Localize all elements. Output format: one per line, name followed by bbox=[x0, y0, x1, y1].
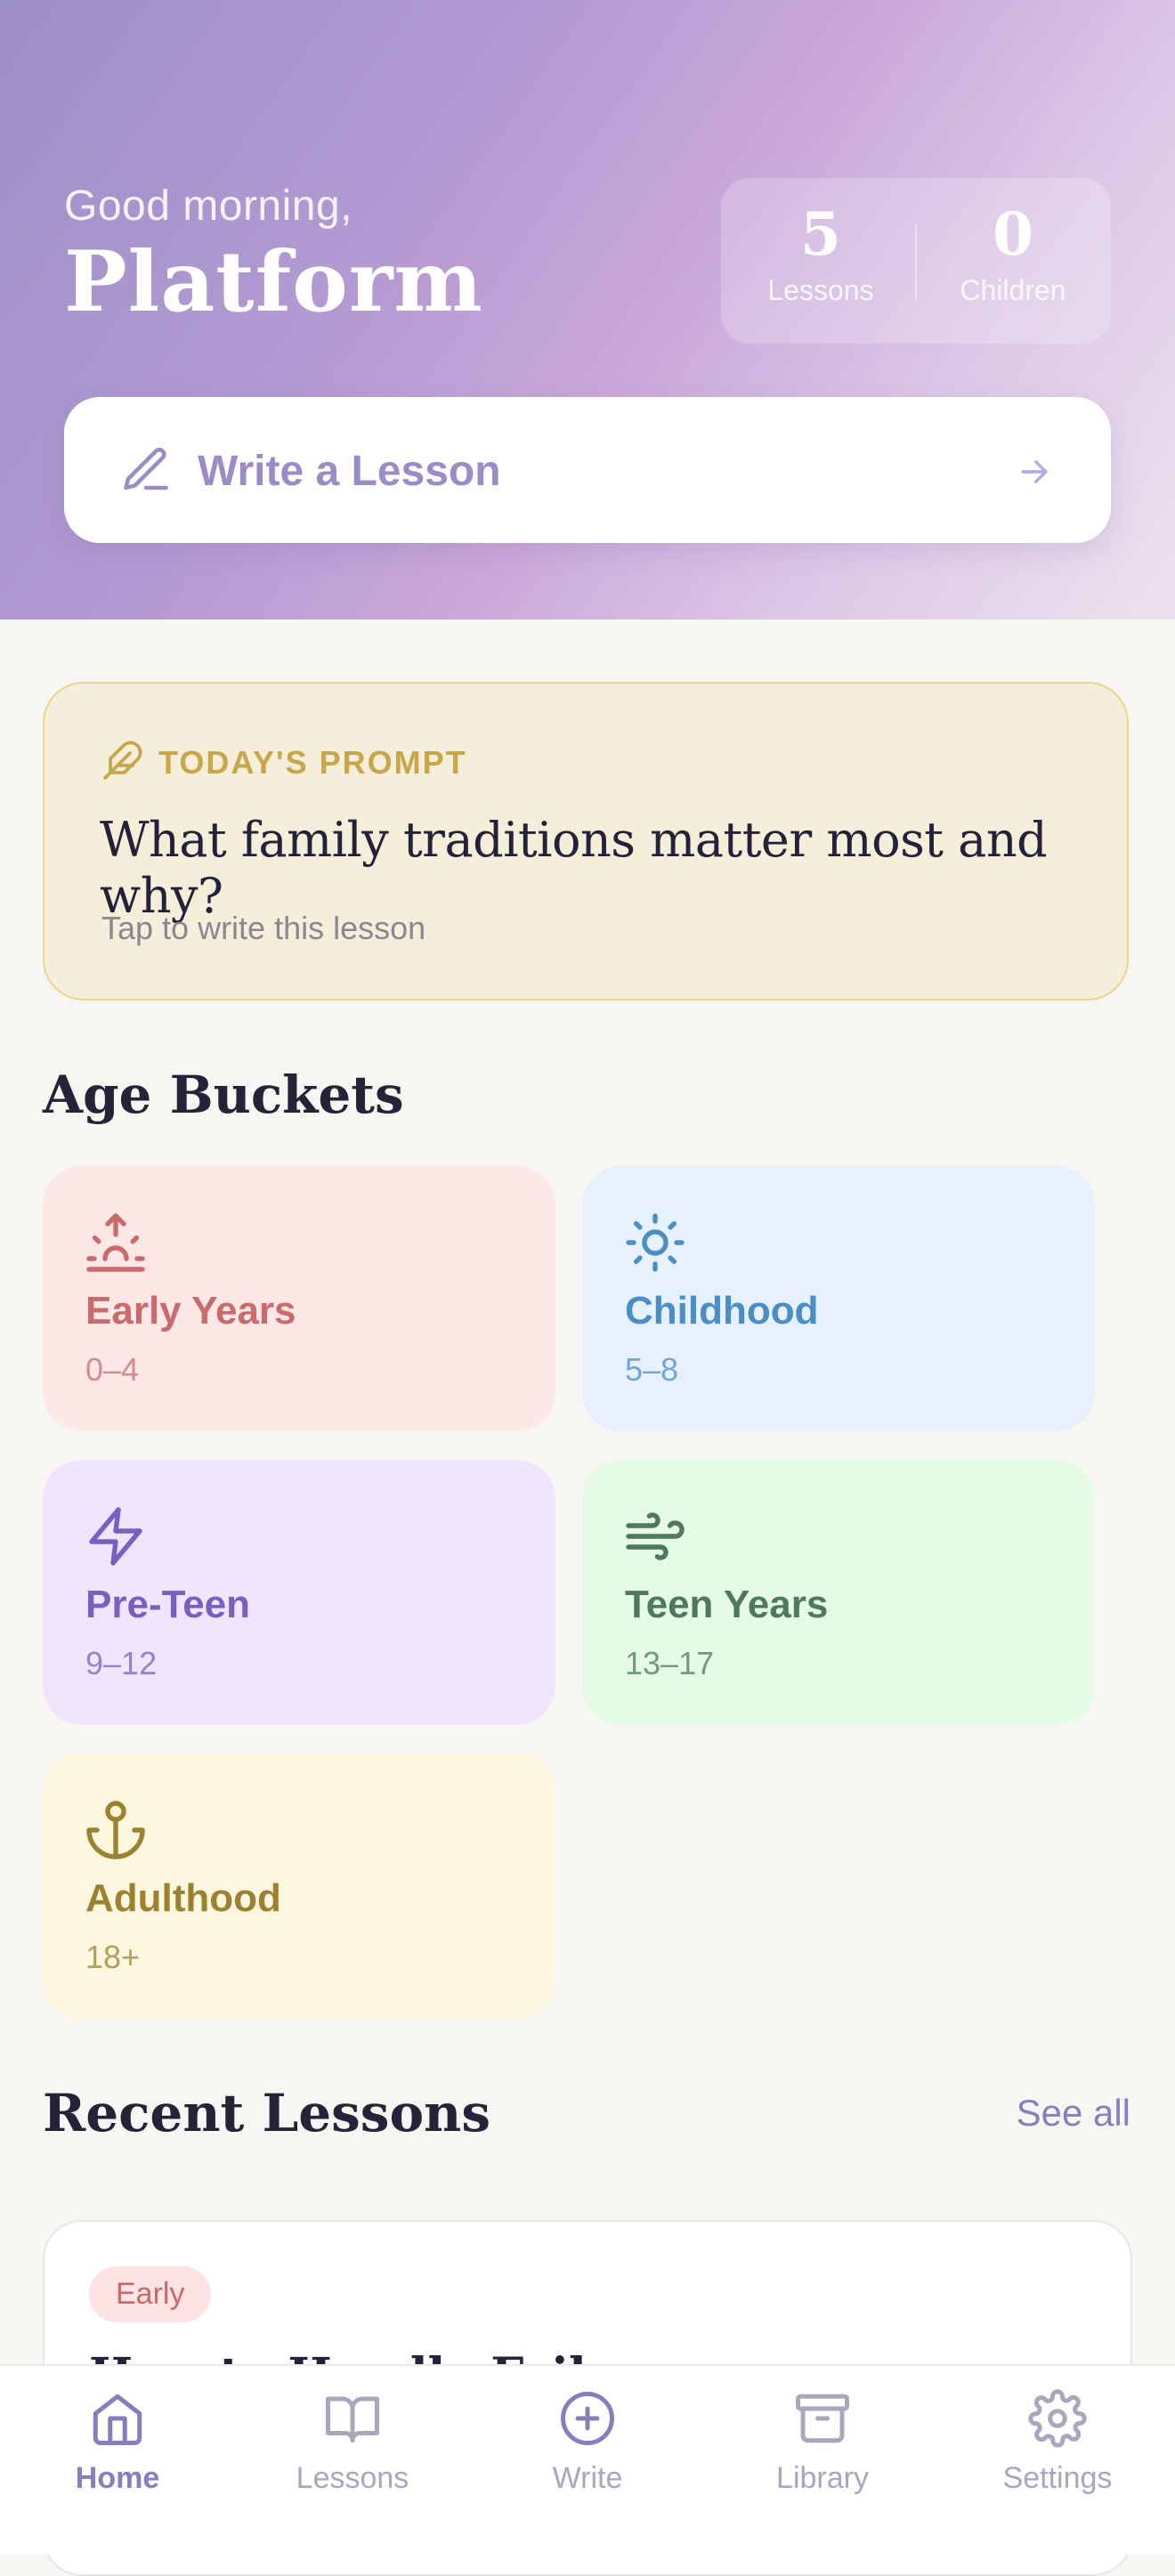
age-buckets-title: Age Buckets bbox=[43, 1065, 404, 1125]
bucket-teen-years[interactable]: Teen Years 13–17 bbox=[582, 1460, 1095, 1725]
bucket-early-years[interactable]: Early Years 0–4 bbox=[43, 1166, 555, 1431]
bucket-range: 13–17 bbox=[625, 1645, 715, 1681]
see-all-link[interactable]: See all bbox=[1017, 2092, 1130, 2135]
tab-write[interactable]: Write bbox=[490, 2389, 685, 2496]
tab-settings[interactable]: Settings bbox=[960, 2389, 1155, 2496]
lessons-label: Lessons bbox=[767, 274, 874, 306]
bottom-tab-bar: Home Lessons Write Library Settings bbox=[0, 2364, 1175, 2555]
tab-home[interactable]: Home bbox=[20, 2389, 215, 2496]
tab-label: Write bbox=[552, 2461, 623, 2495]
greeting: Good morning, bbox=[64, 182, 353, 230]
lightning-icon bbox=[84, 1504, 148, 1573]
tab-label: Lessons bbox=[296, 2461, 409, 2495]
feather-icon bbox=[101, 739, 144, 786]
book-icon bbox=[323, 2396, 382, 2451]
bucket-range: 0–4 bbox=[85, 1351, 140, 1388]
sun-icon bbox=[623, 1211, 687, 1279]
prompt-hint: Tap to write this lesson bbox=[101, 910, 426, 946]
bucket-pre-teen[interactable]: Pre-Teen 9–12 bbox=[43, 1460, 555, 1725]
prompt-tag: TODAY'S PROMPT bbox=[158, 744, 467, 781]
lesson-age-badge: Early bbox=[89, 2266, 212, 2322]
stats-panel: 5 Lessons 0 Children bbox=[721, 178, 1111, 344]
tab-label: Settings bbox=[1002, 2461, 1113, 2495]
gear-icon bbox=[1028, 2389, 1087, 2451]
archive-icon bbox=[793, 2394, 852, 2451]
lessons-count: 5 bbox=[800, 199, 841, 269]
bucket-title: Adulthood bbox=[85, 1876, 281, 1920]
wind-icon bbox=[623, 1504, 687, 1573]
bucket-range: 5–8 bbox=[625, 1351, 679, 1388]
header: Good morning, Platform 5 Lessons 0 Child… bbox=[0, 0, 1175, 620]
bucket-title: Early Years bbox=[85, 1289, 296, 1333]
bucket-range: 18+ bbox=[85, 1939, 141, 1975]
user-name: Platform bbox=[64, 233, 483, 331]
stats-divider bbox=[915, 224, 917, 299]
plus-circle-icon bbox=[558, 2392, 617, 2451]
bucket-title: Teen Years bbox=[625, 1583, 829, 1626]
tab-label: Home bbox=[75, 2461, 160, 2495]
sunrise-icon bbox=[84, 1211, 148, 1279]
anchor-icon bbox=[84, 1798, 148, 1867]
bucket-title: Childhood bbox=[625, 1289, 819, 1333]
arrow-right-icon bbox=[1015, 452, 1054, 496]
bucket-range: 9–12 bbox=[85, 1645, 158, 1681]
children-count: 0 bbox=[993, 199, 1033, 269]
bucket-adulthood[interactable]: Adulthood 18+ bbox=[43, 1754, 555, 2019]
tab-library[interactable]: Library bbox=[725, 2389, 920, 2496]
tab-lessons[interactable]: Lessons bbox=[255, 2389, 450, 2496]
recent-lessons-title: Recent Lessons bbox=[43, 2083, 490, 2143]
bucket-childhood[interactable]: Childhood 5–8 bbox=[582, 1166, 1095, 1431]
children-stat: 0 Children bbox=[924, 205, 1102, 307]
write-lesson-button[interactable]: Write a Lesson bbox=[64, 397, 1111, 543]
prompt-question: What family traditions matter most and w… bbox=[100, 812, 1048, 924]
children-label: Children bbox=[960, 274, 1066, 306]
tab-label: Library bbox=[776, 2461, 869, 2495]
todays-prompt-card[interactable]: TODAY'S PROMPT What family traditions ma… bbox=[43, 682, 1129, 1000]
bucket-title: Pre-Teen bbox=[85, 1583, 251, 1626]
write-lesson-label: Write a Lesson bbox=[198, 448, 501, 495]
home-icon bbox=[88, 2394, 147, 2451]
pencil-icon bbox=[119, 443, 173, 501]
lessons-stat: 5 Lessons bbox=[732, 205, 910, 307]
